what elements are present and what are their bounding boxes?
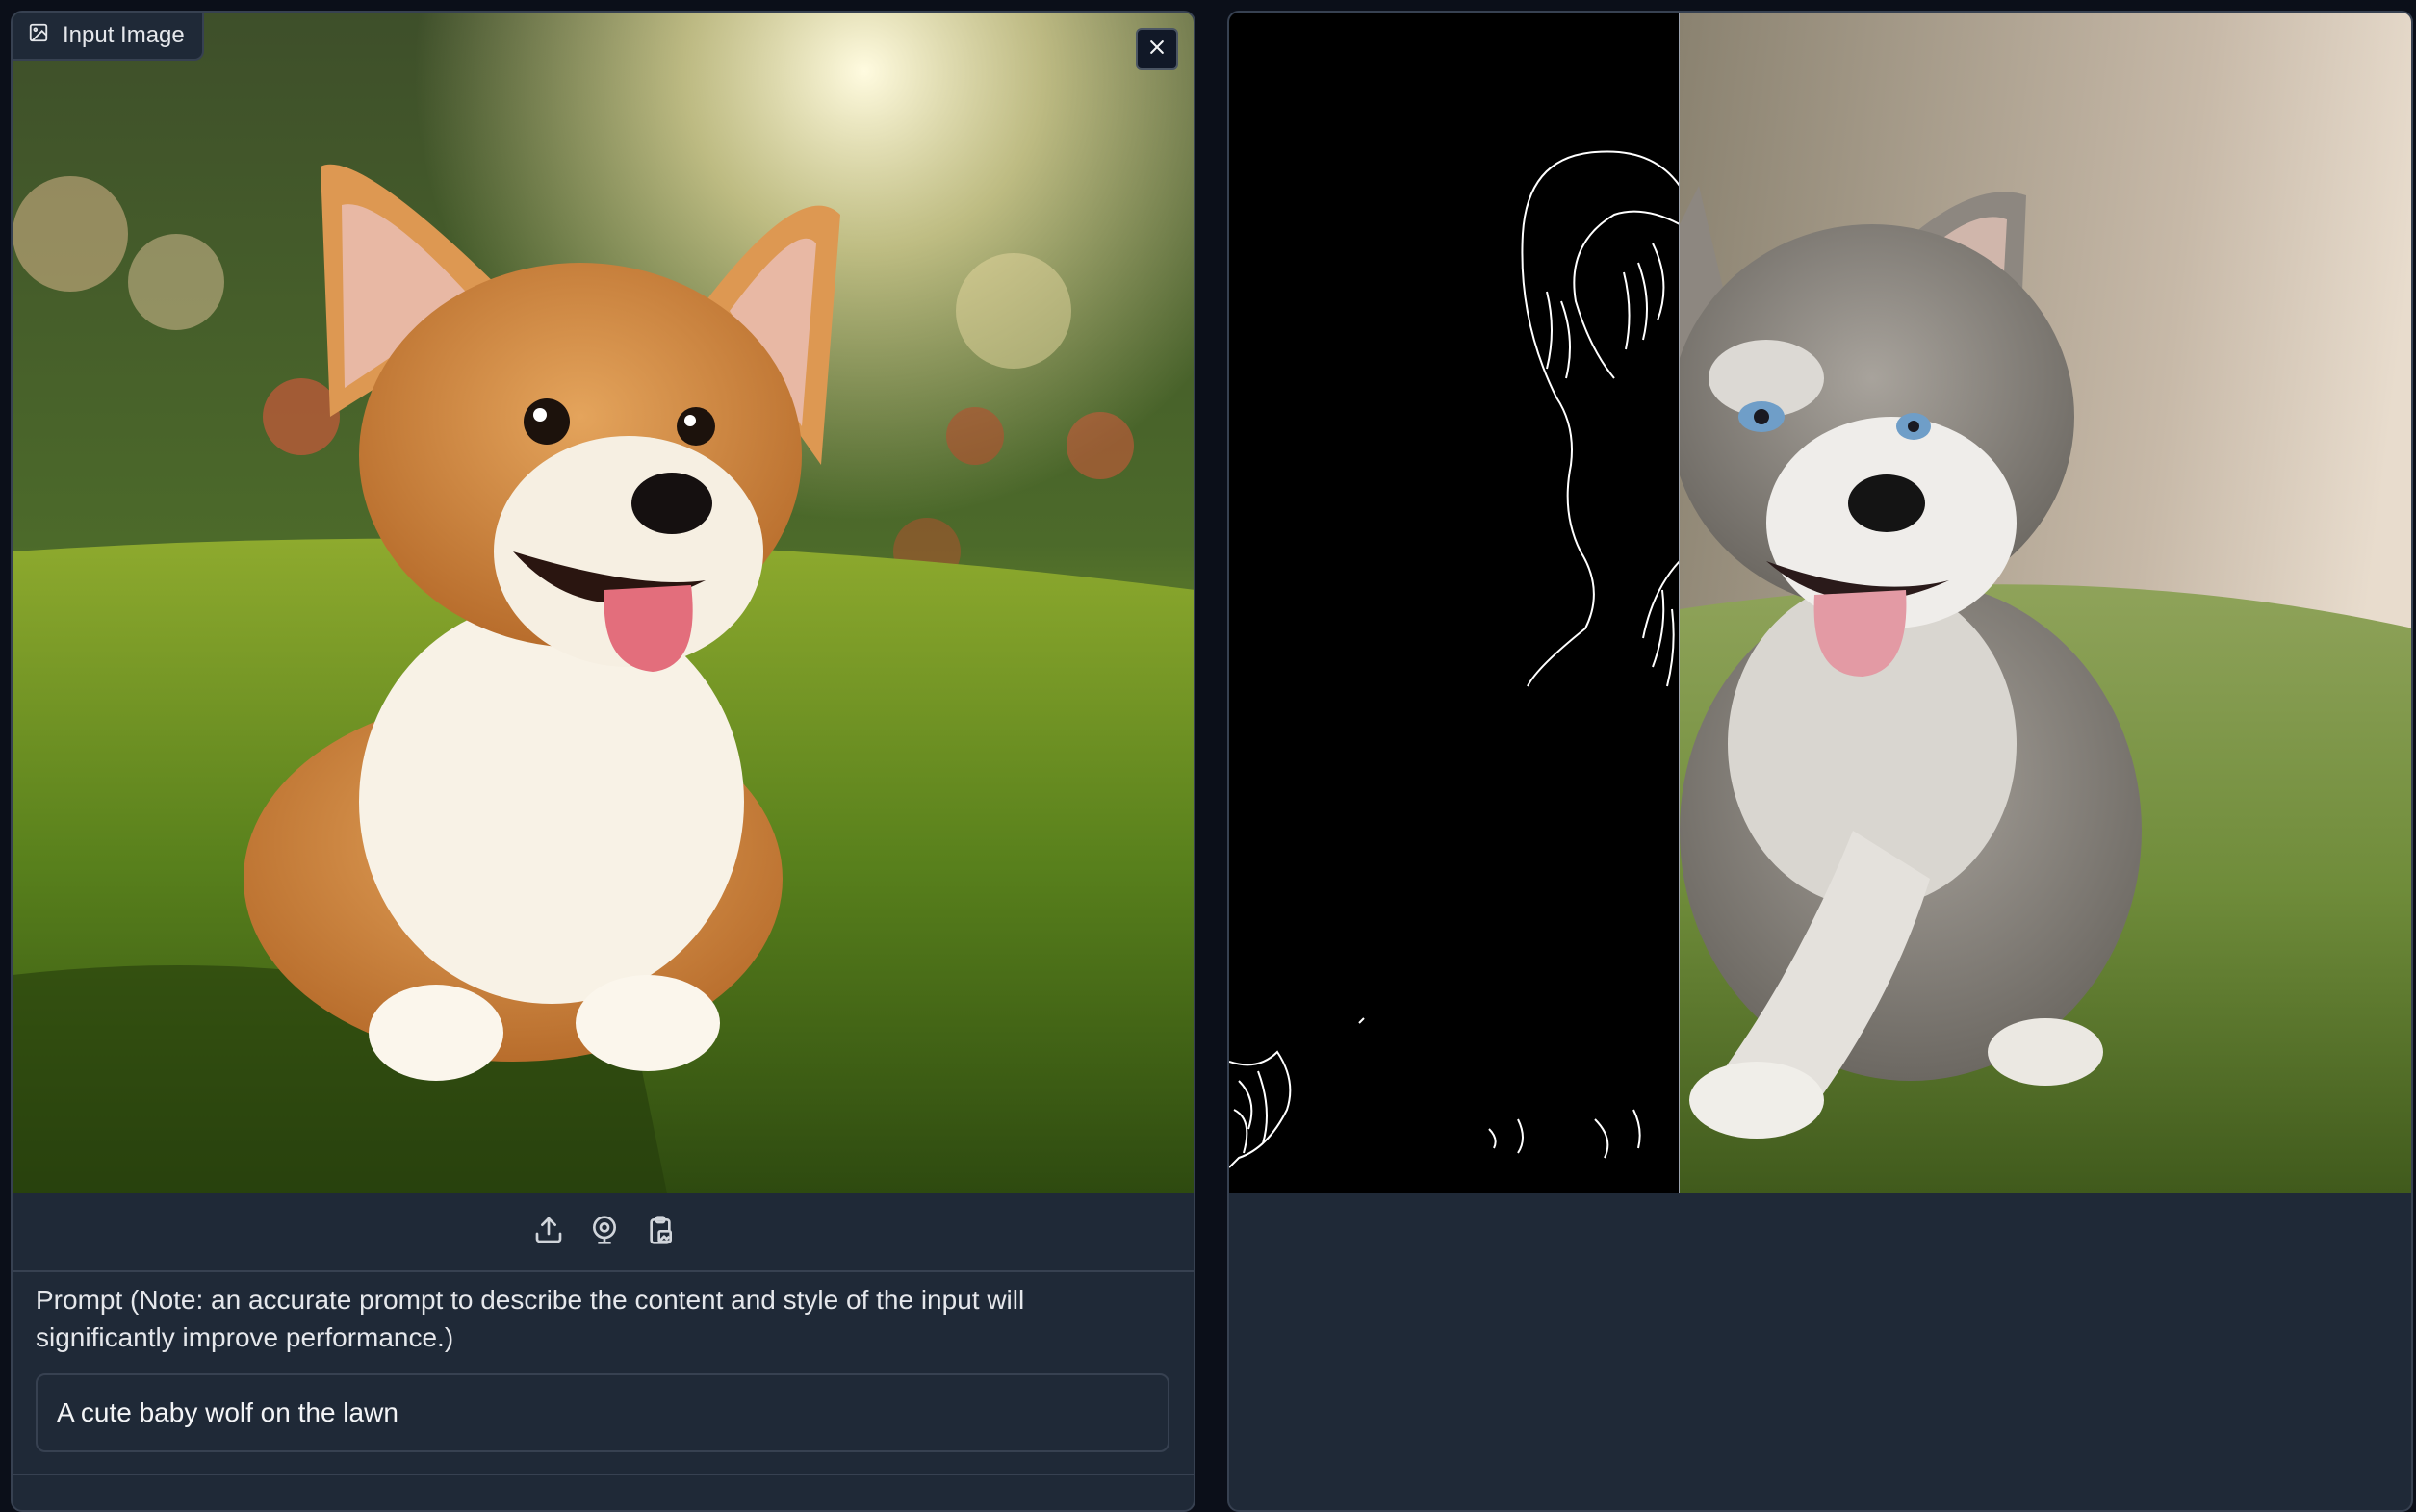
corgi-photo (13, 13, 1194, 1193)
clipboard-icon (645, 1215, 676, 1250)
input-image-label-text: Input Image (63, 22, 185, 48)
upload-icon (533, 1215, 564, 1250)
clear-image-button[interactable] (1136, 28, 1178, 70)
prompt-label: Prompt (Note: an accurate prompt to desc… (36, 1285, 1025, 1352)
webcam-button[interactable] (588, 1215, 621, 1250)
output-image-panel (1227, 11, 2413, 1512)
image-icon (28, 22, 49, 50)
input-image-panel: Input Image Prompt (Note: an accurate pr… (11, 11, 1195, 1512)
input-image-label: Input Image (13, 13, 204, 61)
paste-clipboard-button[interactable] (644, 1215, 677, 1250)
prompt-input[interactable] (36, 1373, 1169, 1452)
output-image (1680, 13, 2411, 1193)
close-icon (1147, 38, 1167, 62)
input-image[interactable] (13, 13, 1194, 1193)
upload-button[interactable] (532, 1216, 565, 1248)
image-source-toolbar (13, 1193, 1194, 1272)
webcam-icon (589, 1215, 620, 1250)
section-divider (13, 1474, 1194, 1475)
canny-edge-sketch (1229, 150, 1680, 1168)
wolf-pup-photo (1680, 13, 2411, 1193)
edge-map-image (1229, 13, 1680, 1193)
